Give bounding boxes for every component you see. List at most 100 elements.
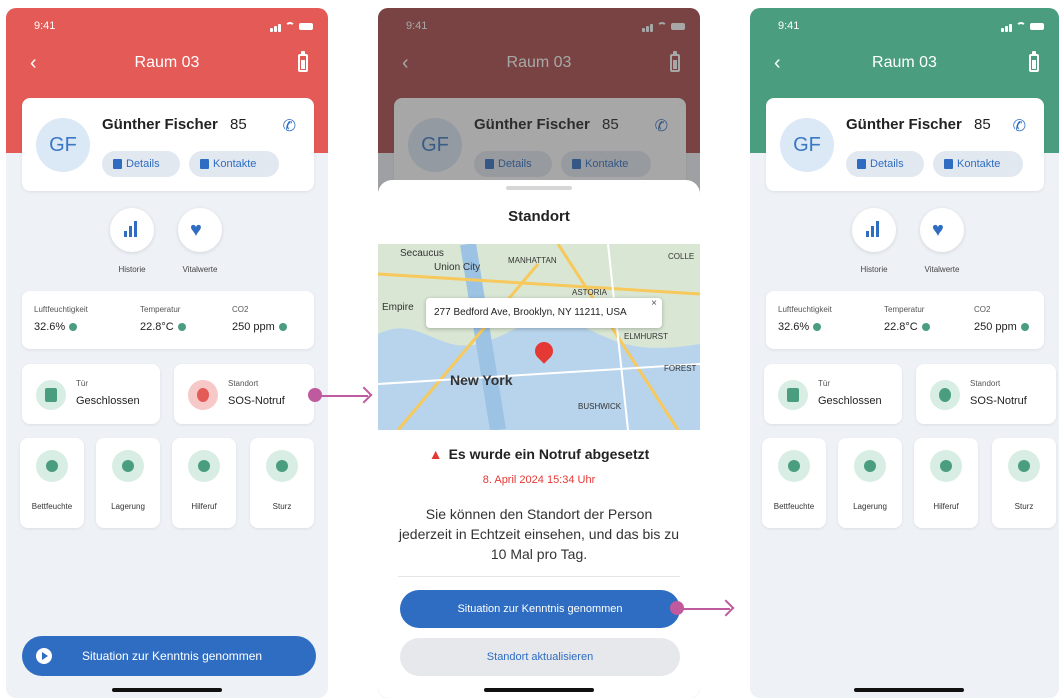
humidity-value-text: 32.6%: [778, 321, 810, 333]
document-icon: [113, 159, 122, 169]
thermometer-icon: [177, 323, 186, 332]
tile-help-call[interactable]: Hilferuf: [172, 438, 236, 528]
signal-wifi-battery-icon: [270, 22, 314, 32]
history-label: Historie: [118, 265, 146, 274]
details-button[interactable]: Details: [102, 151, 180, 177]
home-indicator: [112, 688, 222, 692]
map-label: Union City: [434, 262, 481, 273]
map-label: ELMHURST: [624, 332, 669, 341]
thermometer-icon: [921, 323, 930, 332]
contacts-button[interactable]: Kontakte: [189, 151, 279, 177]
tile-positioning[interactable]: Lagerung: [838, 438, 902, 528]
map-label: Secaucus: [400, 248, 444, 259]
history-button[interactable]: [110, 208, 154, 252]
phone-icon[interactable]: ✆: [283, 116, 296, 136]
tile-fall[interactable]: Sturz: [250, 438, 314, 528]
patient-age: 85: [230, 116, 247, 133]
acknowledge-button[interactable]: Situation zur Kenntnis genommen: [22, 636, 316, 676]
co2-status-icon: [278, 323, 287, 332]
co2-value: 250 ppm: [232, 321, 287, 333]
update-location-button[interactable]: Standort aktualisieren: [400, 638, 680, 676]
home-indicator: [854, 688, 964, 692]
phone-location-sheet: 9:41 ‹ Raum 03 GF Günther Fischer 85 ✆ D…: [378, 8, 700, 698]
vitals-button[interactable]: ♥: [920, 208, 964, 252]
door-card[interactable]: Tür Geschlossen: [764, 364, 902, 424]
contacts-button[interactable]: Kontakte: [933, 151, 1023, 177]
details-label: Details: [126, 158, 160, 170]
bed-icon: [112, 450, 144, 482]
phone-icon[interactable]: ✆: [1013, 116, 1026, 136]
contact-card-icon: [944, 159, 953, 169]
bell-icon: [188, 450, 220, 482]
avatar: GF: [780, 118, 834, 172]
alert-text: Es wurde ein Notruf abgesetzt: [448, 446, 650, 462]
title-bar: ‹ Raum 03: [6, 51, 328, 76]
sheet-title: Standort: [508, 208, 570, 225]
tile-label: Lagerung: [111, 502, 145, 511]
bar-chart-icon: [124, 221, 140, 237]
patient-name: Günther Fischer: [102, 116, 218, 133]
patient-name: Günther Fischer: [846, 116, 962, 133]
door-icon: [778, 380, 808, 410]
battery-icon: [298, 51, 308, 72]
battery-icon: [1029, 51, 1039, 72]
humidity-label: Luftfeuchtigkeit: [34, 305, 88, 314]
door-label: Tür: [818, 379, 830, 388]
vitals-button[interactable]: ♥: [178, 208, 222, 252]
location-description: Sie können den Standort der Person jeder…: [398, 506, 680, 562]
tile-label: Bettfeuchte: [773, 502, 815, 511]
location-map[interactable]: Secaucus Union City MANHATTAN ASTORIA Em…: [378, 244, 700, 430]
map-label: Empire: [382, 302, 414, 313]
location-card[interactable]: Standort SOS-Notruf: [916, 364, 1056, 424]
map-label: MANHATTAN: [508, 256, 557, 265]
document-icon: [857, 159, 866, 169]
title-bar: ‹ Raum 03: [750, 51, 1059, 76]
play-icon: [36, 648, 52, 664]
patient-card: GF Günther Fischer 85 ✆ Details Kontakte: [766, 98, 1044, 191]
tile-bed-moisture[interactable]: Bettfeuchte: [20, 438, 84, 528]
status-time: 9:41: [778, 20, 800, 32]
co2-value-text: 250 ppm: [974, 321, 1017, 333]
contact-card-icon: [200, 159, 209, 169]
tile-fall[interactable]: Sturz: [992, 438, 1056, 528]
details-button[interactable]: Details: [846, 151, 924, 177]
tile-label: Hilferuf: [191, 502, 217, 511]
details-label: Details: [870, 158, 904, 170]
co2-label: CO2: [232, 305, 249, 314]
map-label: BUSHWICK: [578, 402, 622, 411]
avatar: GF: [36, 118, 90, 172]
fall-icon: [1008, 450, 1040, 482]
temperature-value: 22.8°C: [884, 321, 930, 333]
humidity-value: 32.6%: [34, 321, 78, 333]
co2-value-text: 250 ppm: [232, 321, 275, 333]
history-button[interactable]: [852, 208, 896, 252]
warning-icon: ▲: [428, 446, 443, 462]
location-label: Standort: [970, 379, 1001, 388]
map-label: FOREST: [664, 364, 697, 373]
sensor-card: Luftfeuchtigkeit 32.6% Temperatur 22.8°C…: [766, 291, 1044, 349]
close-icon[interactable]: ×: [651, 289, 657, 319]
tile-positioning[interactable]: Lagerung: [96, 438, 160, 528]
sheet-grab-handle[interactable]: [506, 186, 572, 190]
status-bar: 9:41: [6, 20, 328, 34]
location-card[interactable]: Standort SOS-Notruf: [174, 364, 314, 424]
map-label: COLLE: [668, 252, 695, 261]
tile-bed-moisture[interactable]: Bettfeuchte: [762, 438, 826, 528]
address-tooltip: 277 Bedford Ave, Brooklyn, NY 11211, USA…: [426, 298, 662, 328]
humidity-status-icon: [69, 323, 78, 332]
patient-age: 85: [974, 116, 991, 133]
acknowledge-button[interactable]: Situation zur Kenntnis genommen: [400, 590, 680, 628]
humidity-value-text: 32.6%: [34, 321, 66, 333]
door-icon: [36, 380, 66, 410]
phone-resolved-state: 9:41 ‹ Raum 03 GF Günther Fischer 85 ✆ D…: [750, 8, 1059, 698]
tile-label: Bettfeuchte: [31, 502, 73, 511]
temperature-value-text: 22.8°C: [140, 321, 174, 333]
divider: [398, 576, 680, 577]
location-label: Standort: [228, 379, 259, 388]
phone-alarm-state: 9:41 ‹ Raum 03 GF Günther Fischer 85 ✆ D…: [6, 8, 328, 698]
humidity-status-icon: [813, 323, 822, 332]
tile-help-call[interactable]: Hilferuf: [914, 438, 978, 528]
flow-canvas: 9:41 ‹ Raum 03 GF Günther Fischer 85 ✆ D…: [0, 0, 1059, 700]
watch-icon: [188, 380, 218, 410]
door-card[interactable]: Tür Geschlossen: [22, 364, 160, 424]
